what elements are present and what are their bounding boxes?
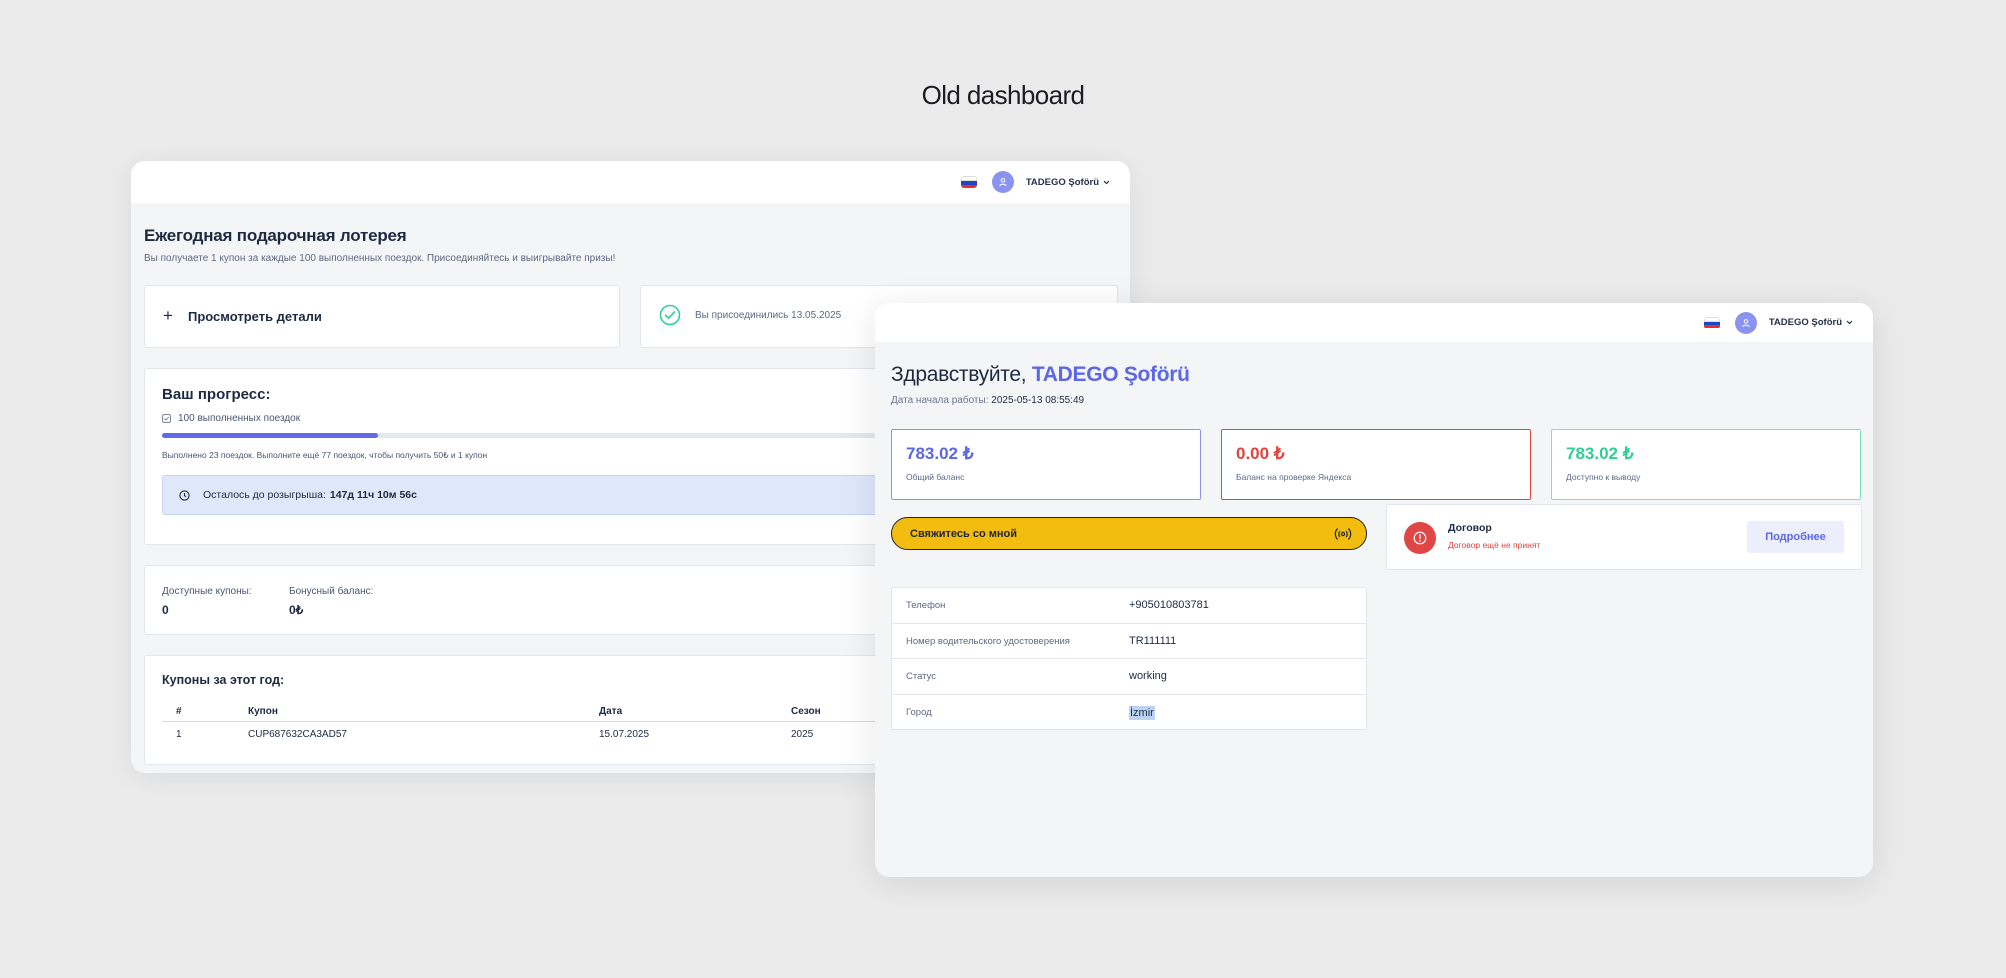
pending-balance-card: 0.00 ₺ Баланс на проверке Яндекса bbox=[1221, 429, 1531, 500]
info-label: Телефон bbox=[906, 600, 946, 611]
table-cell: CUP687632CA3AD57 bbox=[248, 729, 347, 740]
coupons-title: Купоны за этот год: bbox=[162, 673, 285, 687]
user-icon[interactable] bbox=[1734, 311, 1757, 334]
top-bar: TADEGO Şoförü bbox=[875, 303, 1873, 342]
username[interactable]: TADEGO Şoförü bbox=[1026, 177, 1099, 188]
table-row: Статус working bbox=[892, 659, 1366, 695]
table-row: Телефон +905010803781 bbox=[892, 588, 1366, 624]
user-icon[interactable] bbox=[991, 171, 1014, 193]
balance-caption: Общий баланс bbox=[906, 472, 965, 482]
start-date-value: 2025-05-13 08:55:49 bbox=[991, 395, 1085, 406]
table-cell: 1 bbox=[176, 729, 182, 740]
info-value: working bbox=[1129, 670, 1167, 682]
progress-title: Ваш прогресс: bbox=[162, 386, 271, 403]
available-balance-card: 783.02 ₺ Доступно к выводу bbox=[1551, 429, 1861, 500]
check-circle-icon bbox=[659, 304, 681, 331]
page-title: Old dashboard bbox=[921, 80, 1085, 110]
bonus-balance-value: 0₺ bbox=[289, 603, 304, 617]
lottery-subtitle: Вы получаете 1 купон за каждые 100 выпол… bbox=[144, 253, 616, 264]
start-date: Дата начала работы: 2025-05-13 08:55:49 bbox=[891, 395, 1084, 406]
contact-me-button[interactable]: Свяжитесь со мной bbox=[891, 517, 1367, 550]
balance-caption: Доступно к выводу bbox=[1566, 472, 1641, 482]
available-coupons: Доступные купоны: 0 bbox=[162, 586, 252, 617]
column-header: Дата bbox=[599, 706, 623, 717]
alert-icon bbox=[1404, 522, 1436, 554]
available-coupons-value: 0 bbox=[162, 603, 169, 617]
column-header: Сезон bbox=[791, 706, 821, 717]
info-value: TR111111 bbox=[1129, 634, 1177, 647]
balance-caption: Баланс на проверке Яндекса bbox=[1236, 472, 1352, 482]
countdown-value: 147д 11ч 10м 56с bbox=[329, 489, 417, 501]
view-details-label: Просмотреть детали bbox=[188, 309, 322, 324]
lottery-title: Ежегодная подарочная лотерея bbox=[144, 226, 407, 245]
driver-name: TADEGO Şoförü bbox=[1031, 363, 1190, 386]
checkbox-icon bbox=[162, 414, 171, 423]
flag-russia-icon[interactable] bbox=[1703, 316, 1720, 329]
balance-amount: 783.02 ₺ bbox=[1566, 444, 1634, 463]
chevron-down-icon[interactable] bbox=[1846, 320, 1853, 325]
contract-card: Договор Договор ещё не принят Подробнее bbox=[1386, 504, 1862, 570]
progress-note: Выполнено 23 поездок. Выполните ещё 77 п… bbox=[162, 450, 488, 460]
greeting: Здравствуйте, TADEGO Şoförü bbox=[891, 363, 1190, 387]
table-cell: 15.07.2025 bbox=[599, 729, 650, 740]
profile-dashboard-window: TADEGO Şoförü Здравствуйте, TADEGO Şoför… bbox=[875, 303, 1873, 877]
username[interactable]: TADEGO Şoförü bbox=[1769, 317, 1842, 328]
bonus-balance: Бонусный баланс: 0₺ bbox=[289, 586, 373, 617]
contract-details-button[interactable]: Подробнее bbox=[1747, 521, 1844, 553]
countdown-label: Осталось до розыгрыша: bbox=[203, 489, 326, 501]
table-row: Город İzmir bbox=[892, 695, 1366, 731]
greeting-text: Здравствуйте, bbox=[891, 363, 1027, 386]
bonus-balance-label: Бонусный баланс: bbox=[289, 586, 374, 597]
plus-icon: + bbox=[163, 306, 173, 325]
column-header: Купон bbox=[248, 706, 278, 717]
broadcast-icon bbox=[1334, 528, 1352, 540]
table-row: Номер водительского удостоверения TR1111… bbox=[892, 624, 1366, 659]
balance-amount: 783.02 ₺ bbox=[906, 444, 974, 463]
progress-bar-fill bbox=[162, 433, 379, 438]
contract-title: Договор bbox=[1448, 522, 1492, 534]
column-header: # bbox=[176, 706, 182, 717]
start-date-label: Дата начала работы: bbox=[891, 395, 989, 406]
progress-task-label: 100 выполненных поездок bbox=[178, 413, 301, 424]
flag-russia-icon[interactable] bbox=[960, 176, 977, 188]
progress-task: 100 выполненных поездок bbox=[162, 413, 300, 424]
info-label: Город bbox=[906, 706, 932, 718]
total-balance-card: 783.02 ₺ Общий баланс bbox=[891, 429, 1201, 500]
driver-info-table: Телефон +905010803781 Номер водительског… bbox=[891, 587, 1367, 730]
info-label: Номер водительского удостоверения bbox=[906, 635, 1070, 647]
contract-status: Договор ещё не принят bbox=[1448, 540, 1541, 550]
balance-amount: 0.00 ₺ bbox=[1236, 444, 1285, 463]
top-bar: TADEGO Şoförü bbox=[131, 161, 1130, 203]
chevron-down-icon[interactable] bbox=[1103, 180, 1110, 185]
info-label: Статус bbox=[906, 671, 937, 682]
available-coupons-label: Доступные купоны: bbox=[162, 586, 252, 597]
info-value: +905010803781 bbox=[1129, 599, 1209, 611]
contact-me-label: Свяжитесь со мной bbox=[910, 528, 1017, 540]
table-cell: 2025 bbox=[791, 729, 814, 740]
view-details-button[interactable]: + Просмотреть детали bbox=[144, 285, 620, 348]
clock-icon bbox=[179, 489, 190, 501]
joined-text: Вы присоединились 13.05.2025 bbox=[695, 310, 842, 321]
info-value: İzmir bbox=[1129, 705, 1155, 720]
